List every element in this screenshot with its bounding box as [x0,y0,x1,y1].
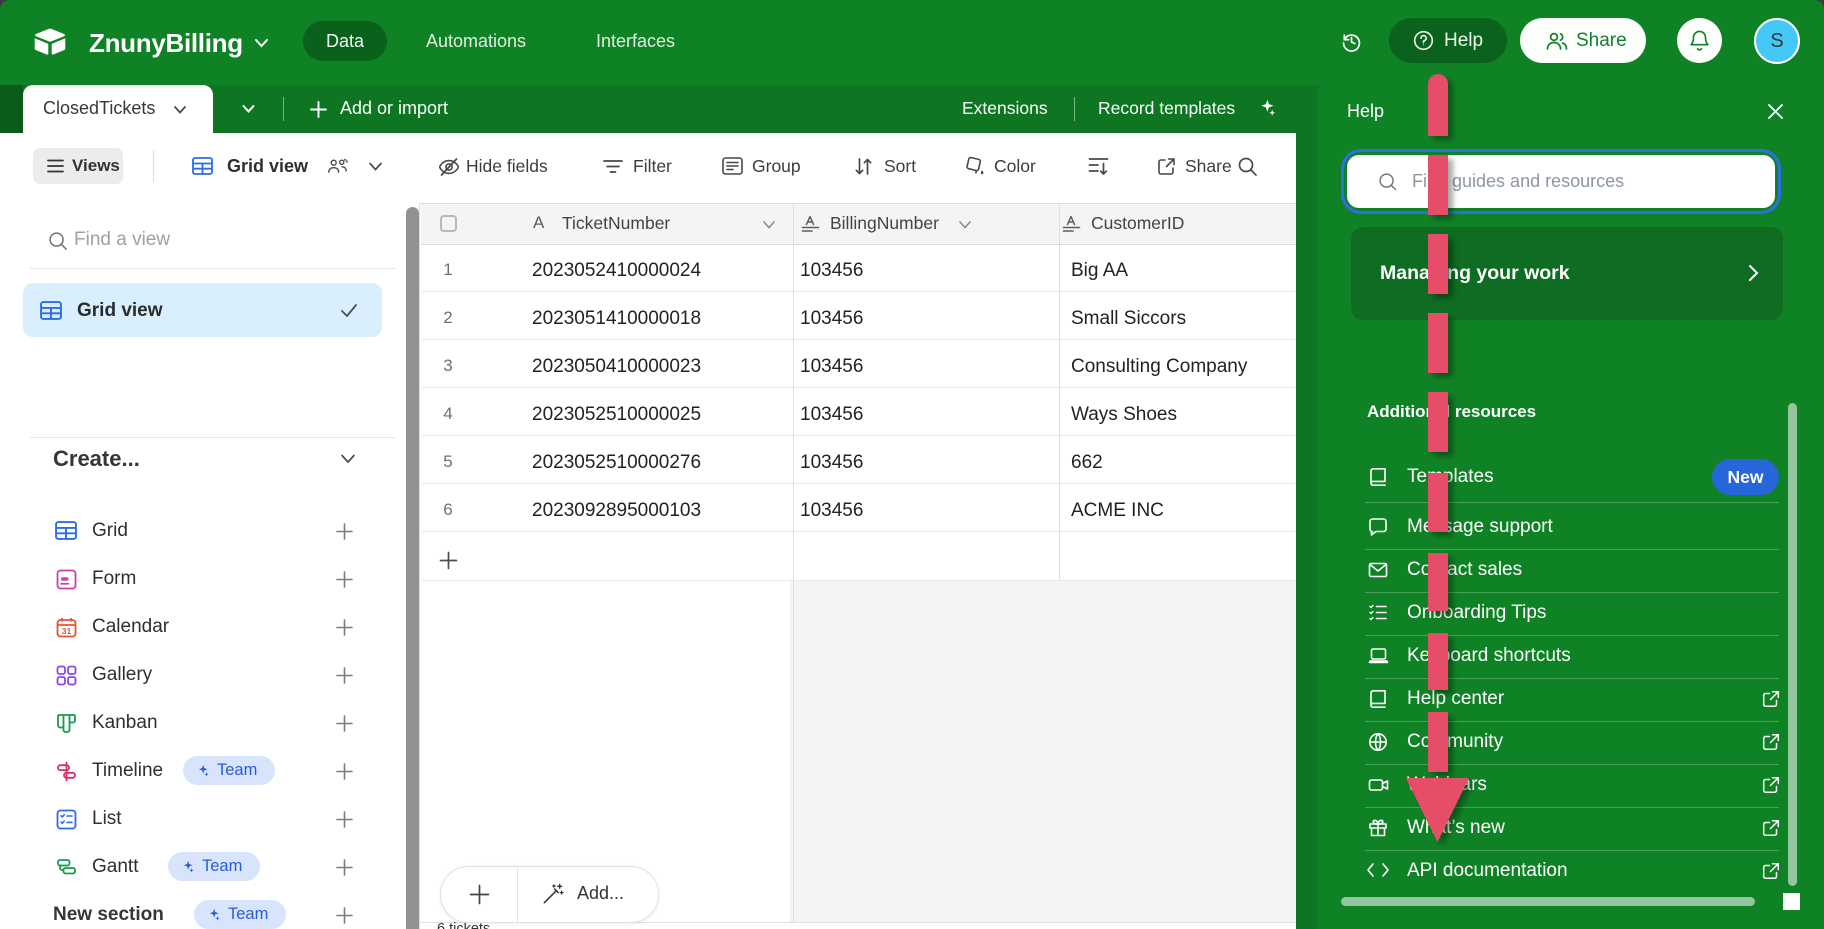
svg-text:31: 31 [62,626,72,636]
